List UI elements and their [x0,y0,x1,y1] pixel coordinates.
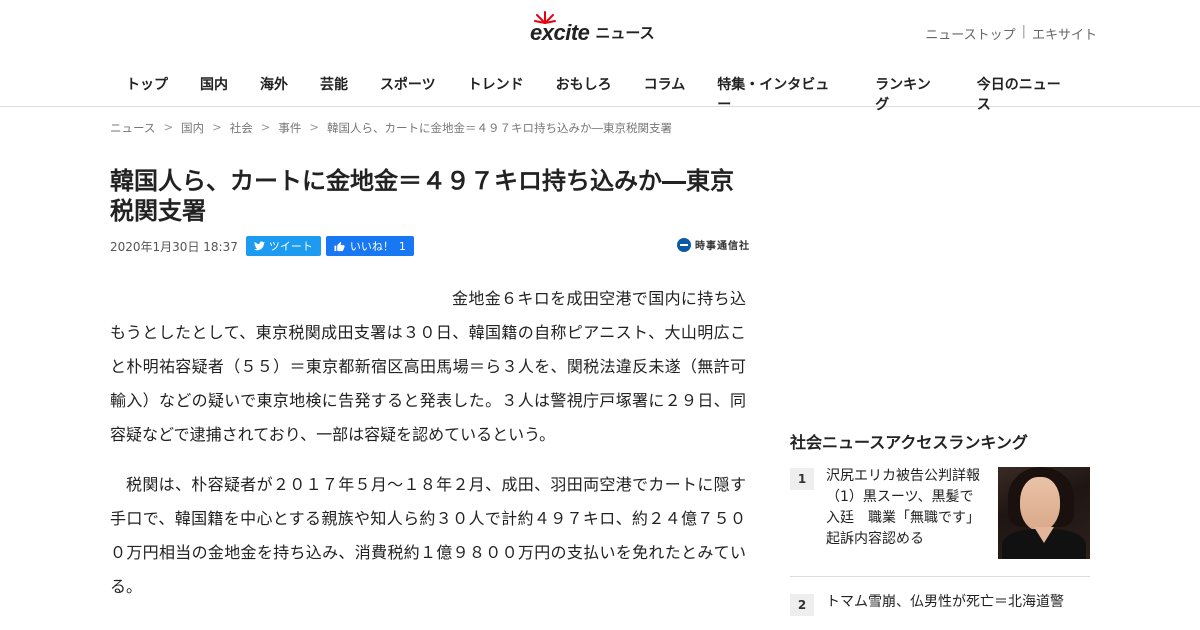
nav-trend[interactable]: トレンド [452,74,540,114]
ranking-title: 社会ニュースアクセスランキング [790,433,1028,452]
nav-features[interactable]: 特集・インタビュー [701,74,859,114]
source-credit: 時事通信社 [677,237,750,252]
site-header: excite ニュース ニューストップ | エキサイト トップ 国内 海外 芸能… [0,0,1200,113]
logo-wordmark: excite [530,11,590,46]
logo-section-label: ニュース [595,24,655,42]
logo-burst-icon [534,11,556,24]
tweet-label: ツイート [268,240,313,253]
ranking-thumbnail[interactable] [998,467,1090,559]
rank-number: 1 [790,468,814,490]
top-links: ニューストップ | エキサイト [925,24,1097,43]
article-body: 金地金６キロを成田空港で国内に持ち込もうとしたとして、東京税関成田支署は３０日、… [110,282,746,620]
twitter-bird-icon [253,241,265,251]
ranking-item-title[interactable]: 沢尻エリカ被告公判詳報（1）黒スーツ、黒髪で入廷 職業「無職です」 起訴内容認め… [826,466,987,550]
nav-world[interactable]: 海外 [244,74,304,114]
article-date: 2020年1月30日 18:37 [110,239,238,254]
nav-domestic[interactable]: 国内 [184,74,244,114]
thumbnail-face [1020,477,1060,531]
news-top-link[interactable]: ニューストップ [925,24,1015,43]
breadcrumb-society[interactable]: 社会 [230,120,253,136]
breadcrumb-separator: > [163,120,174,134]
breadcrumb-news[interactable]: ニュース [110,120,155,136]
breadcrumb-separator: > [260,120,271,134]
site-logo[interactable]: excite ニュース [530,11,655,46]
breadcrumb: ニュース > 国内 > 社会 > 事件 > 韓国人ら、カートに金地金＝４９７キロ… [110,120,672,136]
like-button[interactable]: いいね！ 1 [325,236,414,256]
nav-entertainment[interactable]: 芸能 [304,74,364,114]
nav-top[interactable]: トップ [110,74,184,114]
nav-column[interactable]: コラム [628,74,702,114]
like-count: 1 [398,239,406,253]
source-name: 時事通信社 [695,241,750,252]
article-title: 韓国人ら、カートに金地金＝４９７キロ持ち込みか―東京税関支署 [110,167,734,225]
link-separator: | [1021,24,1026,39]
article-paragraph: 税関は、朴容疑者が２０１７年５月〜１８年２月、成田、羽田両空港でカートに隠す手口… [110,475,746,596]
global-nav: トップ 国内 海外 芸能 スポーツ トレンド おもしろ コラム 特集・インタビュ… [110,74,1090,114]
tweet-button[interactable]: ツイート [245,236,321,256]
ranking-item-title[interactable]: トマム雪崩、仏男性が死亡＝北海道警 [826,592,1064,616]
ranking-divider [790,576,1090,577]
jiji-logo-icon [677,237,691,252]
breadcrumb-domestic[interactable]: 国内 [181,120,204,136]
thumbs-up-icon [334,241,345,251]
nav-today[interactable]: 今日のニュース [961,74,1090,114]
breadcrumb-separator: > [309,120,319,134]
article-meta: 2020年1月30日 18:37 ツイート いいね！ 1 時事通信社 [110,235,750,257]
breadcrumb-incident[interactable]: 事件 [278,120,301,136]
nav-sports[interactable]: スポーツ [364,74,452,114]
breadcrumb-current: 韓国人ら、カートに金地金＝４９７キロ持ち込みか―東京税関支署 [327,121,672,135]
excite-home-link[interactable]: エキサイト [1032,24,1097,43]
nav-funny[interactable]: おもしろ [540,74,628,114]
rank-number: 2 [790,594,814,616]
ranking-item[interactable]: 2 トマム雪崩、仏男性が死亡＝北海道警 [790,592,1090,616]
article-paragraph: 金地金６キロを成田空港で国内に持ち込もうとしたとして、東京税関成田支署は３０日、… [110,289,746,444]
nav-ranking[interactable]: ランキング [859,74,961,114]
like-label: いいね！ [349,240,394,253]
breadcrumb-separator: > [212,120,222,134]
